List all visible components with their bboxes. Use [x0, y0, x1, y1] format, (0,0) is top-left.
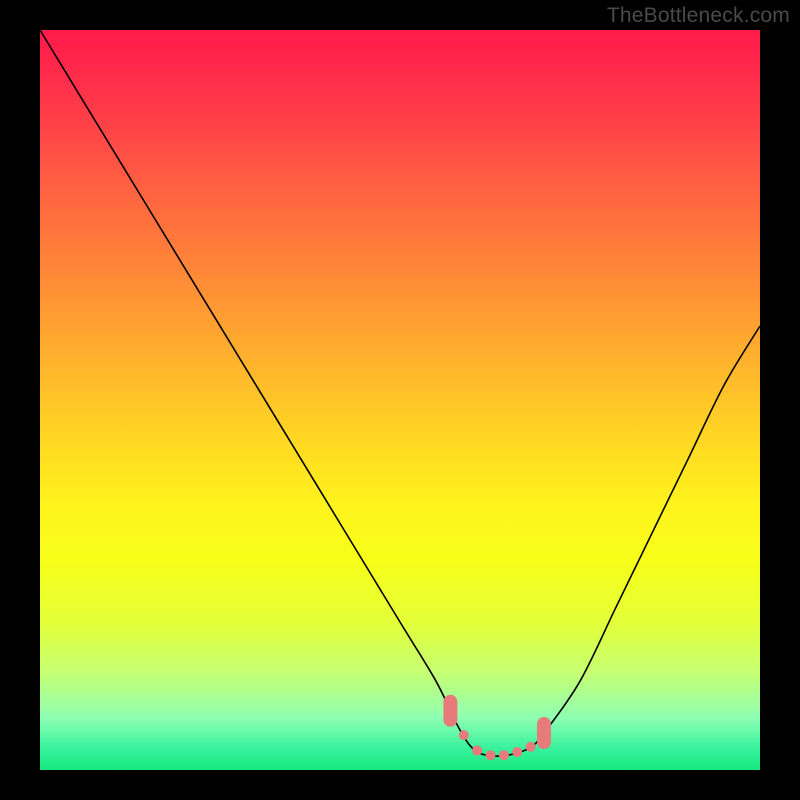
curve-path — [40, 30, 760, 756]
bottleneck-curve-svg — [40, 30, 760, 770]
chart-plot-area — [40, 30, 760, 770]
watermark-text: TheBottleneck.com — [607, 4, 790, 28]
